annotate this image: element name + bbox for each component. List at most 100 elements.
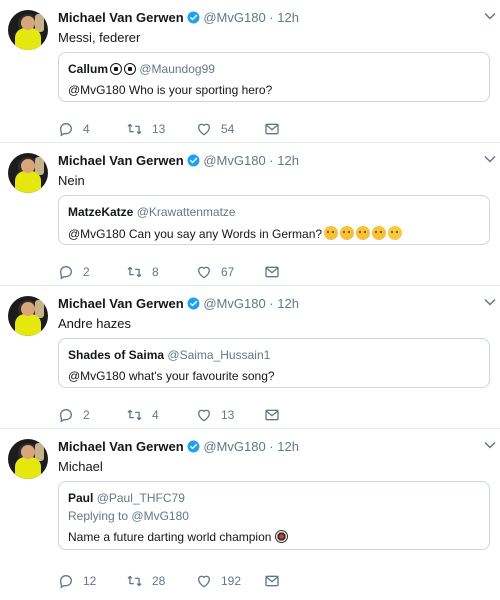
like-button[interactable]: 13 — [196, 407, 234, 423]
retweet-button[interactable]: 13 — [126, 121, 165, 137]
chevron-down-icon[interactable] — [484, 155, 496, 163]
grinning-sweat-emoji-icon — [388, 226, 403, 240]
chevron-down-icon[interactable] — [484, 441, 496, 449]
quoted-text: @MvG180 what's your favourite song? — [68, 369, 275, 383]
separator-dot: · — [269, 296, 274, 311]
like-count: 192 — [221, 574, 242, 588]
reply-icon — [59, 265, 73, 280]
reply-button[interactable]: 2 — [58, 407, 90, 423]
tweet-header: Michael Van Gerwen @MvG180 · 12h — [58, 296, 490, 314]
reply-button[interactable]: 2 — [58, 264, 90, 280]
timestamp[interactable]: 12h — [277, 439, 299, 454]
tweet-header: Michael Van Gerwen @MvG180 · 12h — [58, 439, 490, 457]
quoted-author-handle: @Paul_THFC79 — [96, 491, 185, 505]
verified-badge-icon — [187, 440, 200, 453]
like-button[interactable]: 54 — [196, 121, 234, 137]
thinking-face-emoji-icon — [324, 226, 339, 240]
envelope-icon — [265, 123, 279, 135]
quoted-text: Name a future darting world champion — [68, 530, 272, 544]
author-handle[interactable]: @MvG180 — [203, 10, 265, 25]
reply-count: 2 — [83, 408, 90, 422]
author-name[interactable]: Michael Van Gerwen — [58, 296, 184, 311]
like-count: 13 — [221, 408, 235, 422]
tweet-actions: 2 4 13 — [58, 407, 298, 423]
retweet-count: 8 — [152, 265, 159, 279]
replying-to-label: Replying to — [68, 509, 129, 523]
quoted-author-handle: @Maundog99 — [139, 62, 215, 76]
direct-message-button[interactable] — [264, 407, 280, 423]
verified-badge-icon — [187, 11, 200, 24]
tweet[interactable]: Michael Van Gerwen @MvG180 · 12h Andre h… — [0, 286, 500, 429]
quoted-text: @MvG180 Can you say any Words in German? — [68, 227, 323, 241]
quoted-author-name: MatzeKatze — [68, 205, 134, 219]
retweet-count: 13 — [152, 122, 166, 136]
tweet-text: Nein — [58, 173, 85, 188]
timestamp[interactable]: 12h — [277, 296, 299, 311]
retweet-button[interactable]: 4 — [126, 407, 159, 423]
verified-badge-icon — [187, 297, 200, 310]
like-count: 54 — [221, 122, 235, 136]
quoted-author-name: Shades of Saima — [68, 348, 165, 362]
envelope-icon — [265, 575, 279, 587]
tweet[interactable]: Michael Van Gerwen @MvG180 · 12h Messi, … — [0, 0, 500, 143]
retweet-icon — [127, 409, 142, 421]
chevron-down-icon[interactable] — [484, 298, 496, 306]
quoted-author-handle: @Krawattenmatze — [136, 205, 236, 219]
retweet-count: 4 — [152, 408, 159, 422]
tweet-text: Michael — [58, 459, 103, 474]
author-handle[interactable]: @MvG180 — [203, 153, 265, 168]
avatar[interactable] — [8, 10, 48, 50]
thinking-face-emoji-icon — [340, 226, 355, 240]
retweet-button[interactable]: 8 — [126, 264, 159, 280]
quoted-text: @MvG180 Who is your sporting hero? — [68, 83, 273, 97]
timestamp[interactable]: 12h — [277, 153, 299, 168]
tweet-header: Michael Van Gerwen @MvG180 · 12h — [58, 10, 490, 28]
quoted-author-name: Paul — [68, 491, 94, 505]
reply-count: 2 — [83, 265, 90, 279]
chevron-down-icon[interactable] — [484, 12, 496, 20]
retweet-icon — [127, 575, 142, 587]
timestamp[interactable]: 12h — [277, 10, 299, 25]
direct-message-button[interactable] — [264, 121, 280, 137]
separator-dot: · — [269, 10, 274, 25]
avatar[interactable] — [8, 296, 48, 336]
dart-target-emoji-icon — [275, 530, 289, 543]
reply-button[interactable]: 4 — [58, 121, 90, 137]
retweet-icon — [127, 266, 142, 278]
reply-icon — [59, 122, 73, 137]
replying-to-mention[interactable]: @MvG180 — [131, 509, 189, 523]
retweet-button[interactable]: 28 — [126, 573, 165, 589]
author-name[interactable]: Michael Van Gerwen — [58, 153, 184, 168]
soccer-ball-emoji-icon — [124, 63, 137, 75]
tweet[interactable]: Michael Van Gerwen @MvG180 · 12h Nein Ma… — [0, 143, 500, 286]
soccer-ball-emoji-icon — [110, 63, 123, 75]
quoted-tweet[interactable]: Shades of Saima @Saima_Hussain1 @MvG180 … — [58, 338, 490, 388]
quoted-tweet[interactable]: Paul @Paul_THFC79 Replying to @MvG180 Na… — [58, 481, 490, 550]
tweet-actions: 12 28 192 — [58, 573, 298, 589]
tweet-text: Messi, federer — [58, 30, 141, 45]
retweet-count: 28 — [152, 574, 166, 588]
separator-dot: · — [269, 439, 274, 454]
author-name[interactable]: Michael Van Gerwen — [58, 439, 184, 454]
author-handle[interactable]: @MvG180 — [203, 296, 265, 311]
quoted-tweet[interactable]: MatzeKatze @Krawattenmatze @MvG180 Can y… — [58, 195, 490, 245]
direct-message-button[interactable] — [264, 264, 280, 280]
like-count: 67 — [221, 265, 235, 279]
avatar[interactable] — [8, 153, 48, 193]
quoted-text-line: Name a future darting world champion — [68, 530, 289, 544]
tweet-feed: Michael Van Gerwen @MvG180 · 12h Messi, … — [0, 0, 500, 600]
quoted-tweet[interactable]: Callum @Maundog99 @MvG180 Who is your sp… — [58, 52, 490, 102]
reply-button[interactable]: 12 — [58, 573, 96, 589]
reply-icon — [59, 574, 73, 589]
like-button[interactable]: 192 — [196, 573, 241, 589]
direct-message-button[interactable] — [264, 573, 280, 589]
author-handle[interactable]: @MvG180 — [203, 439, 265, 454]
like-button[interactable]: 67 — [196, 264, 234, 280]
quoted-text-line: @MvG180 Can you say any Words in German? — [68, 226, 403, 241]
reply-count: 4 — [83, 122, 90, 136]
avatar[interactable] — [8, 439, 48, 479]
tweet[interactable]: Michael Van Gerwen @MvG180 · 12h Michael… — [0, 429, 500, 600]
thinking-face-emoji-icon — [356, 226, 371, 240]
thinking-face-emoji-icon — [372, 226, 387, 240]
author-name[interactable]: Michael Van Gerwen — [58, 10, 184, 25]
